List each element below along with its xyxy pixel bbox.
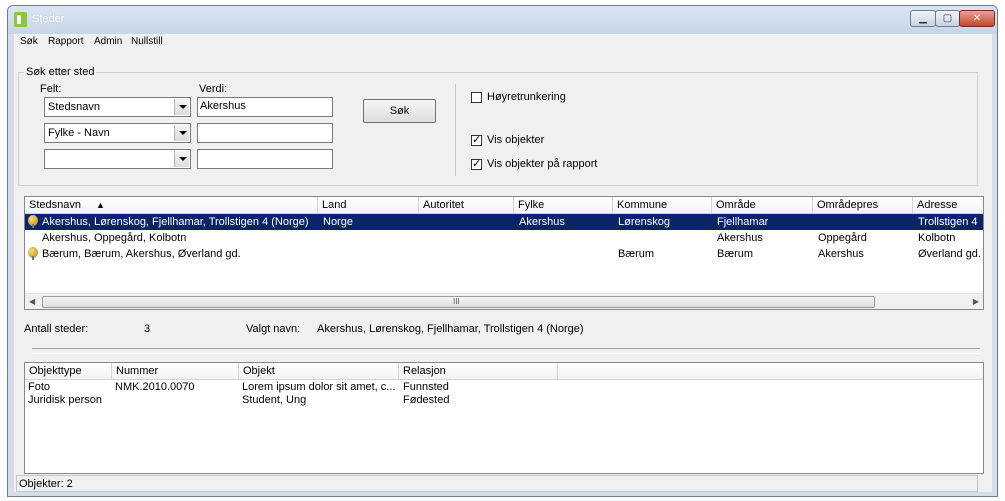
cell-adresse: Kolbotn	[918, 232, 956, 244]
splitter[interactable]	[32, 348, 980, 354]
cell-omrade: Bærum	[717, 248, 754, 260]
value-input-2[interactable]	[197, 123, 333, 143]
close-icon: ✕	[972, 13, 982, 24]
cell-omrade: Fjellhamar	[717, 216, 769, 228]
cell-relasjon: Fødested	[403, 394, 450, 406]
cell-objekt: Student, Ung	[242, 394, 307, 406]
divider	[455, 84, 456, 176]
cell-objekttype: Juridisk person	[28, 394, 102, 406]
column-header-stedsnavn[interactable]: Stedsnavn ▲	[25, 197, 318, 214]
table-row[interactable]: Akershus, Lørenskog, Fjellhamar, Trollst…	[25, 214, 983, 230]
cell-land: Norge	[323, 216, 353, 228]
close-button[interactable]: ✕	[959, 10, 995, 27]
cell-adresse: Trollstigen 4	[918, 216, 978, 228]
hoyretrunkering-checkbox[interactable]	[471, 92, 482, 103]
vis-objekter-rapport-checkbox[interactable]	[471, 157, 482, 170]
chosen-name-label: Valgt navn:	[246, 323, 301, 335]
column-header-relasjon[interactable]: Relasjon	[399, 363, 558, 380]
window: Steder ▁ ▢ ✕ Søk Rapport Admin Nullstill…	[7, 5, 998, 497]
title-bar[interactable]: Steder ▁ ▢ ✕	[8, 6, 997, 34]
scroll-right-icon[interactable]: ▶	[973, 297, 979, 306]
objects-grid[interactable]: Objekttype Nummer Objekt Relasjon Foto N…	[24, 362, 984, 474]
scroll-left-icon[interactable]: ◀	[29, 297, 35, 306]
field-select-3[interactable]	[44, 149, 191, 169]
menu-sok[interactable]: Søk	[20, 36, 38, 47]
hoyretrunkering-label: Høyretrunkering	[487, 91, 566, 103]
column-header-objekttype[interactable]: Objekttype	[25, 363, 112, 380]
minimize-button[interactable]: ▁	[910, 10, 936, 27]
app-icon	[14, 12, 27, 27]
field-select-2-value: Fylke - Navn	[48, 127, 110, 139]
search-legend: Søk etter sted	[24, 66, 97, 78]
cell-objekttype: Foto	[28, 381, 51, 393]
value-input-1[interactable]: Akershus	[197, 97, 333, 117]
sort-ascending-icon: ▲	[96, 200, 105, 210]
cell-nummer: NMK.2010.0070	[115, 381, 195, 393]
cell-kommune: Bærum	[618, 248, 655, 260]
cell-stedsnavn: Bærum, Bærum, Akershus, Øverland gd.	[42, 248, 241, 260]
place-icon	[28, 247, 38, 260]
minimize-icon: ▁	[919, 13, 927, 24]
chevron-down-icon[interactable]	[174, 99, 189, 115]
table-row[interactable]: Bærum, Bærum, Akershus, Øverland gd. Bær…	[25, 246, 983, 262]
column-header-label: Stedsnavn	[29, 199, 81, 211]
scrollbar-thumb[interactable]: III	[42, 296, 875, 308]
vis-objekter-label: Vis objekter	[487, 134, 545, 146]
cell-fylke: Akershus	[519, 216, 565, 228]
column-header-objekt[interactable]: Objekt	[239, 363, 399, 380]
column-header-fylke[interactable]: Fylke	[514, 197, 613, 214]
column-header-adresse[interactable]: Adresse	[913, 197, 983, 214]
table-row[interactable]: Akershus, Oppegård, Kolbotn Akershus Opp…	[25, 230, 983, 246]
column-header-kommune[interactable]: Kommune	[613, 197, 712, 214]
cell-omradepres: Oppegård	[818, 232, 867, 244]
places-grid[interactable]: Stedsnavn ▲ Land Autoritet Fylke Kommune…	[24, 196, 984, 310]
value-input-3[interactable]	[197, 149, 333, 169]
field-select-1-value: Stedsnavn	[48, 101, 100, 113]
chevron-down-icon[interactable]	[174, 151, 189, 167]
column-header-nummer[interactable]: Nummer	[112, 363, 239, 380]
maximize-button[interactable]: ▢	[935, 10, 960, 27]
column-header-omrade[interactable]: Område	[712, 197, 813, 214]
search-button[interactable]: Søk	[363, 99, 436, 123]
place-icon	[28, 215, 38, 228]
felt-label: Felt:	[40, 83, 62, 95]
chosen-name-value: Akershus, Lørenskog, Fjellhamar, Trollst…	[317, 323, 584, 335]
field-select-1[interactable]: Stedsnavn	[44, 97, 191, 117]
cell-objekt: Lorem ipsum dolor sit amet, c...	[242, 381, 396, 393]
client-area: Søk Rapport Admin Nullstill Søk etter st…	[14, 34, 992, 492]
cell-stedsnavn: Akershus, Lørenskog, Fjellhamar, Trollst…	[42, 216, 309, 228]
status-bar: Objekter: 2	[16, 475, 978, 492]
vis-objekter-checkbox[interactable]	[471, 133, 482, 146]
cell-stedsnavn: Akershus, Oppegård, Kolbotn	[42, 232, 187, 244]
verdi-label: Verdi:	[199, 83, 228, 95]
cell-relasjon: Funnsted	[403, 381, 449, 393]
cell-omrade: Akershus	[717, 232, 763, 244]
scrollbar-grip: III	[453, 297, 460, 306]
cell-omradepres: Akershus	[818, 248, 864, 260]
menu-rapport[interactable]: Rapport	[48, 36, 84, 47]
window-title: Steder	[32, 13, 65, 25]
cell-kommune: Lørenskog	[618, 216, 670, 228]
field-select-2[interactable]: Fylke - Navn	[44, 123, 191, 143]
maximize-icon: ▢	[942, 13, 953, 24]
vis-objekter-rapport-label: Vis objekter på rapport	[487, 158, 598, 170]
count-value: 3	[144, 323, 151, 335]
column-header-land[interactable]: Land	[318, 197, 419, 214]
column-header-autoritet[interactable]: Autoritet	[419, 197, 514, 214]
chevron-down-icon[interactable]	[174, 125, 189, 141]
menu-admin[interactable]: Admin	[94, 36, 122, 47]
column-header-omradepres[interactable]: Områdepres	[813, 197, 913, 214]
count-label: Antall steder:	[24, 323, 89, 335]
cell-adresse: Øverland gd.	[918, 248, 981, 260]
horizontal-scrollbar[interactable]: ◀ III ▶	[25, 293, 983, 309]
menu-nullstill[interactable]: Nullstill	[131, 36, 163, 47]
menu-bar: Søk Rapport Admin Nullstill	[14, 34, 992, 51]
table-row[interactable]: Juridisk person Student, Ung Fødested	[25, 393, 983, 406]
table-row[interactable]: Foto NMK.2010.0070 Lorem ipsum dolor sit…	[25, 380, 983, 393]
column-header-filler	[558, 363, 983, 380]
